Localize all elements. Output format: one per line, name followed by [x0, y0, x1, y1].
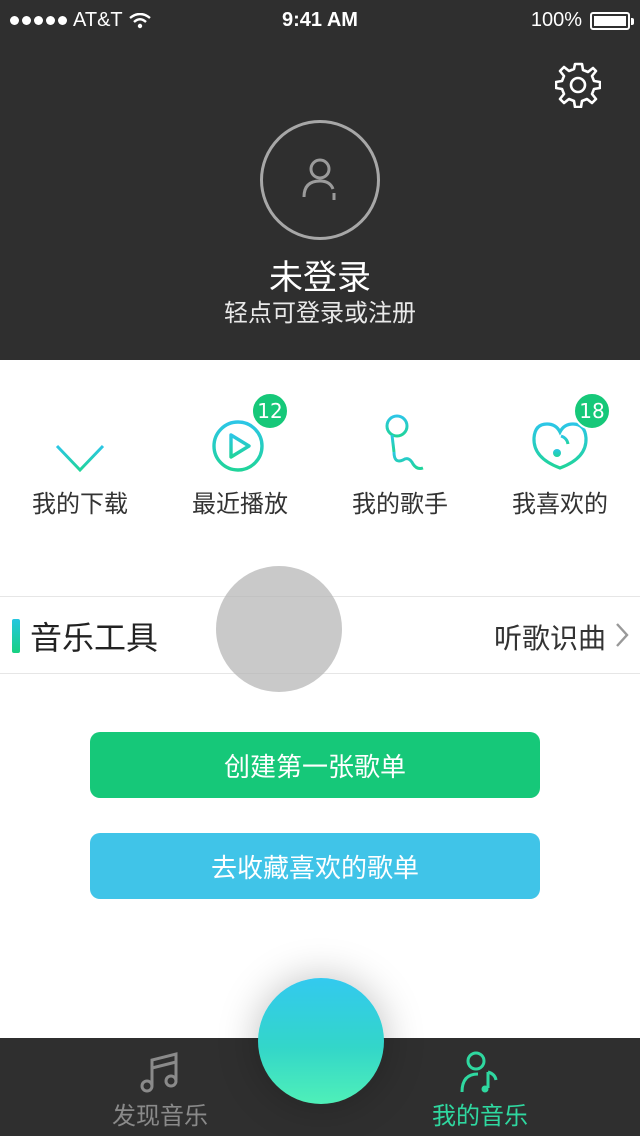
status-right: 100%: [530, 9, 634, 32]
battery-percent: 100%: [530, 9, 582, 31]
battery-icon: [590, 11, 634, 30]
login-hint[interactable]: 轻点可登录或注册: [0, 293, 640, 328]
music-note-icon: [140, 1052, 178, 1093]
song-recognition-link[interactable]: 听歌识曲: [494, 617, 606, 657]
user-icon: [302, 158, 336, 200]
tab-label: 我的音乐: [432, 1102, 528, 1130]
status-bar: AT&T 9:41 AM 100%: [0, 0, 640, 40]
music-tools-title: 音乐工具: [30, 619, 159, 657]
play-center-button[interactable]: [258, 978, 384, 1104]
gear-icon[interactable]: [555, 62, 601, 108]
quick-item-downloads[interactable]: 我的下载: [0, 400, 160, 519]
chevron-right-icon: [616, 623, 629, 647]
collect-playlist-button[interactable]: 去收藏喜欢的歌单: [90, 833, 540, 899]
quick-item-label: 最近播放: [192, 490, 288, 518]
heart-music-icon: 18: [525, 392, 611, 478]
favorites-count-badge: 18: [573, 392, 611, 430]
quick-item-label: 我的歌手: [352, 490, 448, 518]
play-circle-icon: 12: [205, 392, 289, 478]
create-playlist-button[interactable]: 创建第一张歌单: [90, 732, 540, 798]
tab-label: 发现音乐: [112, 1102, 208, 1130]
quick-item-favorites[interactable]: 18 我喜欢的: [480, 392, 640, 519]
quick-item-recent[interactable]: 12 最近播放: [160, 392, 320, 519]
quick-item-label: 我的下载: [32, 490, 128, 518]
quick-item-artists[interactable]: 我的歌手: [320, 400, 480, 519]
login-status-title[interactable]: 未登录: [0, 250, 640, 299]
user-music-icon: [460, 1051, 498, 1093]
section-accent-bar: [12, 619, 20, 653]
quick-item-label: 我喜欢的: [512, 490, 608, 518]
avatar[interactable]: [260, 120, 380, 240]
touch-indicator: [216, 566, 342, 692]
microphone-icon: [365, 408, 435, 478]
recent-count-badge: 12: [251, 392, 289, 430]
download-icon: [45, 408, 115, 478]
